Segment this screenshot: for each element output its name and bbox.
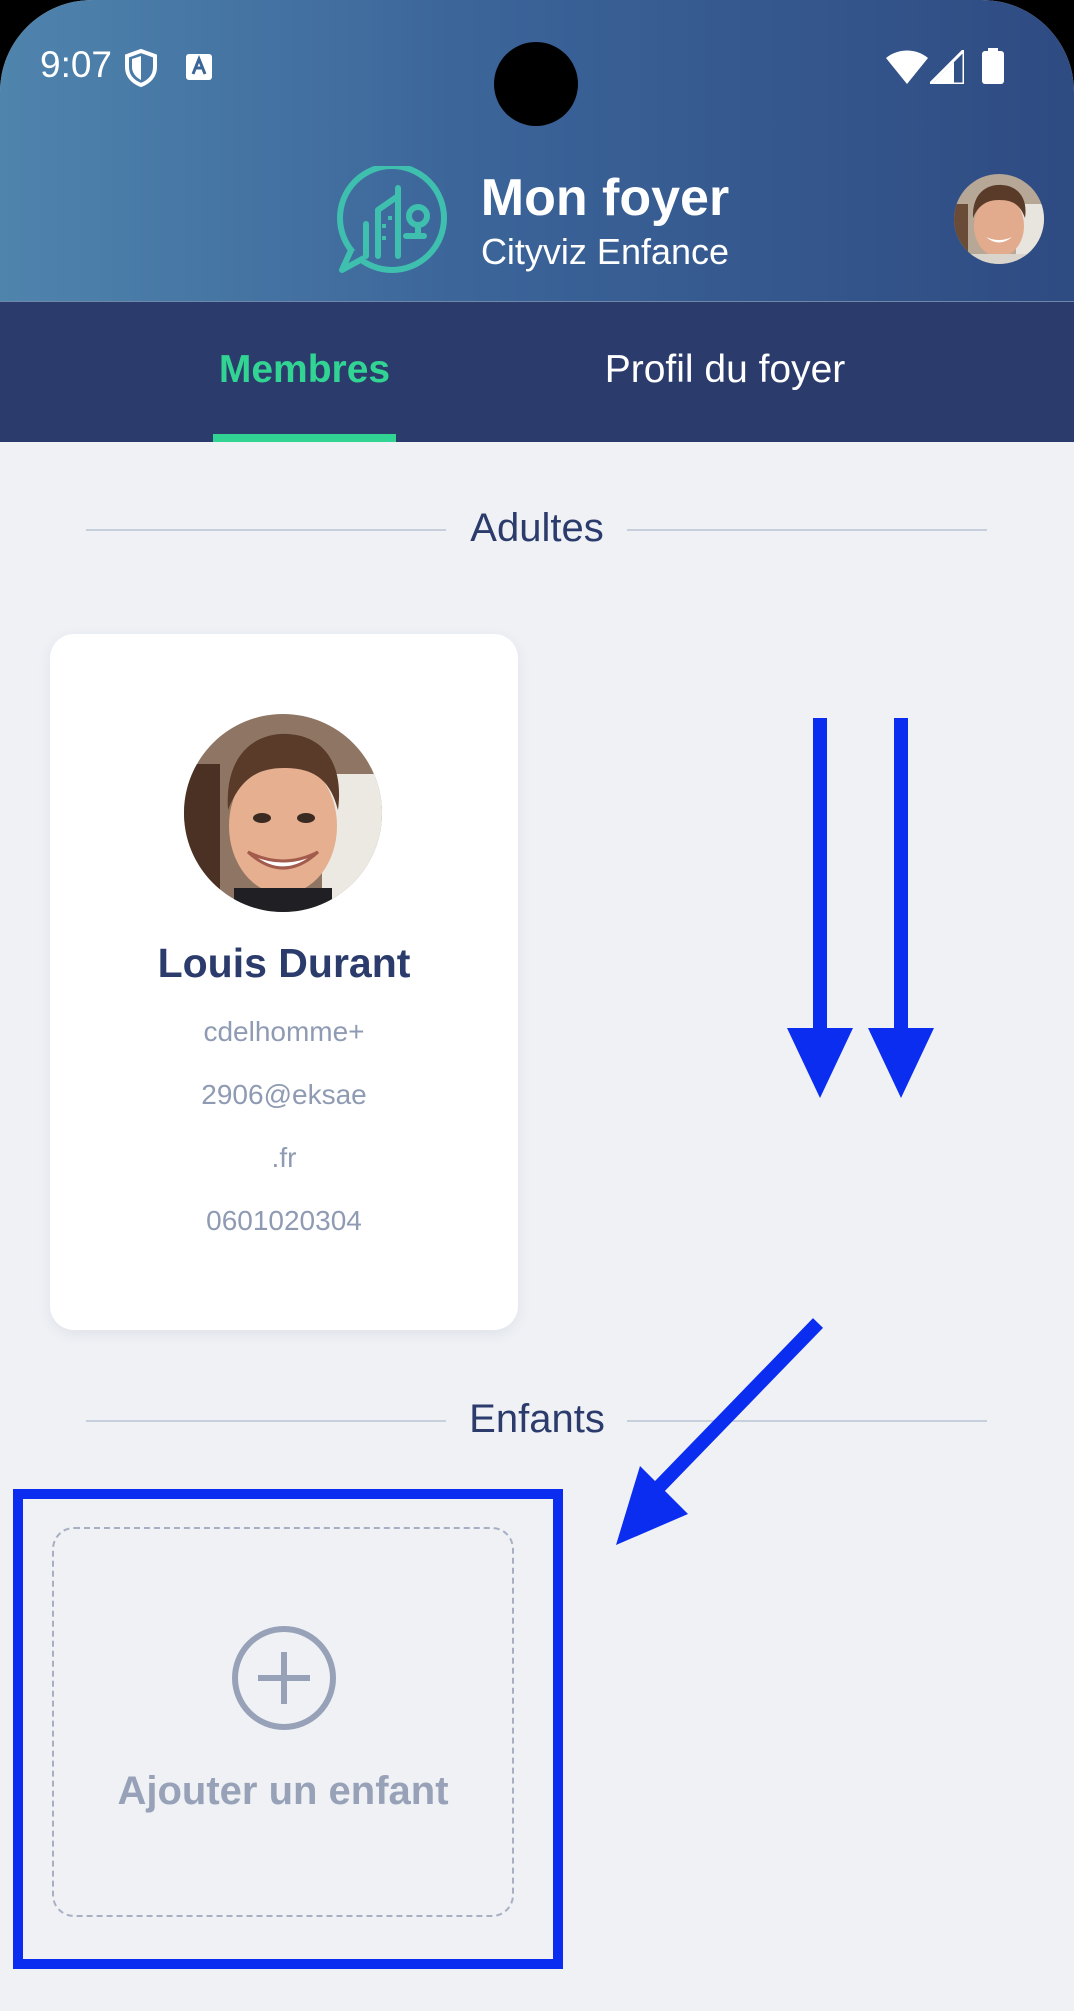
down-arrow-icon [868, 718, 934, 1098]
app-screen: 9:07 Mon foyer Cityviz Enfance Membres P… [0, 0, 1074, 2011]
down-arrow-icon [787, 718, 853, 1098]
diagonal-arrow-icon [616, 1318, 824, 1545]
annotation-arrows [616, 718, 934, 1545]
